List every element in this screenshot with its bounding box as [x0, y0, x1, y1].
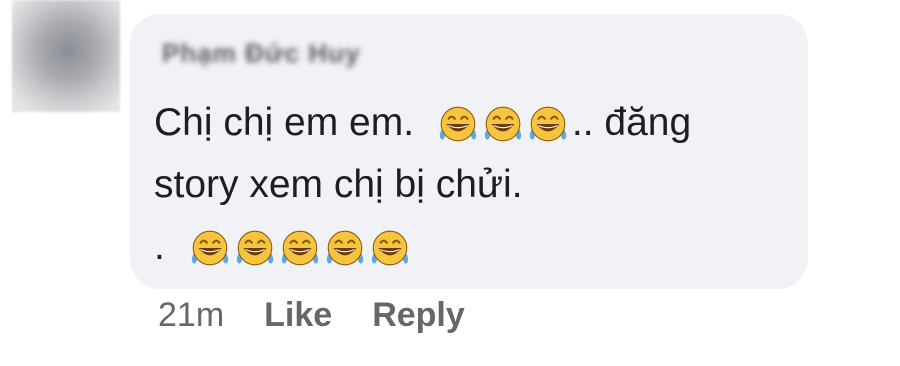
comment-line-3: . — [154, 216, 788, 278]
comment-line-text: . — [154, 225, 165, 268]
comment-text: Chị chị em em. .. đăng story xem chị bị … — [154, 92, 788, 278]
comment-author-name[interactable]: Phạm Đức Huy — [162, 38, 360, 69]
face-with-tears-of-joy-icon — [324, 226, 366, 268]
comment-line-2: story xem chị bị chửi. — [154, 154, 788, 216]
comment-timestamp[interactable]: 21m — [158, 296, 224, 335]
face-with-tears-of-joy-icon — [527, 102, 569, 144]
comment-bubble: Phạm Đức Huy Chị chị em em. .. đăng stor… — [130, 14, 808, 289]
face-with-tears-of-joy-icon — [369, 226, 411, 268]
comment-actions: 21m Like Reply — [158, 296, 465, 335]
comment-line-1: Chị chị em em. .. đăng — [154, 92, 788, 154]
face-with-tears-of-joy-icon — [234, 226, 276, 268]
emoji-group — [189, 226, 414, 268]
comment-line-text: Chị chị em em. — [154, 101, 425, 144]
avatar[interactable] — [12, 0, 120, 112]
face-with-tears-of-joy-icon — [482, 102, 524, 144]
like-button[interactable]: Like — [264, 296, 332, 335]
face-with-tears-of-joy-icon — [279, 226, 321, 268]
comment-line-text: story xem chị bị chửi. — [154, 163, 523, 206]
emoji-group — [437, 102, 572, 144]
comment-line-text: .. đăng — [571, 101, 692, 144]
reply-button[interactable]: Reply — [372, 296, 465, 335]
face-with-tears-of-joy-icon — [437, 102, 479, 144]
face-with-tears-of-joy-icon — [189, 226, 231, 268]
